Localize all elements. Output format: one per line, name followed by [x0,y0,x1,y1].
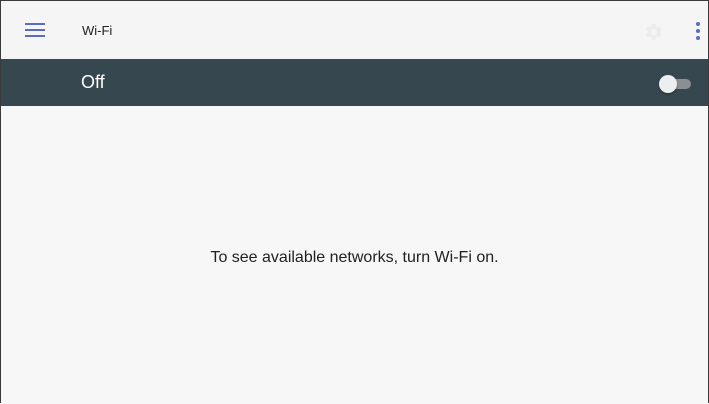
empty-state-message: To see available networks, turn Wi-Fi on… [210,249,499,266]
wifi-toggle-switch[interactable] [659,75,693,93]
gear-icon[interactable] [644,22,664,42]
page-title: Wi-Fi [82,23,113,38]
network-list-area: To see available networks, turn Wi-Fi on… [1,106,708,404]
toolbar: Wi-Fi [1,1,708,59]
switch-status-label: Off [81,72,105,92]
wifi-switch-bar[interactable]: Off [1,59,708,106]
more-vert-icon[interactable] [691,22,705,44]
app-window: Wi-Fi Off To see available networks, tur… [0,0,709,404]
menu-icon[interactable] [25,23,45,39]
toggle-thumb [659,75,677,93]
